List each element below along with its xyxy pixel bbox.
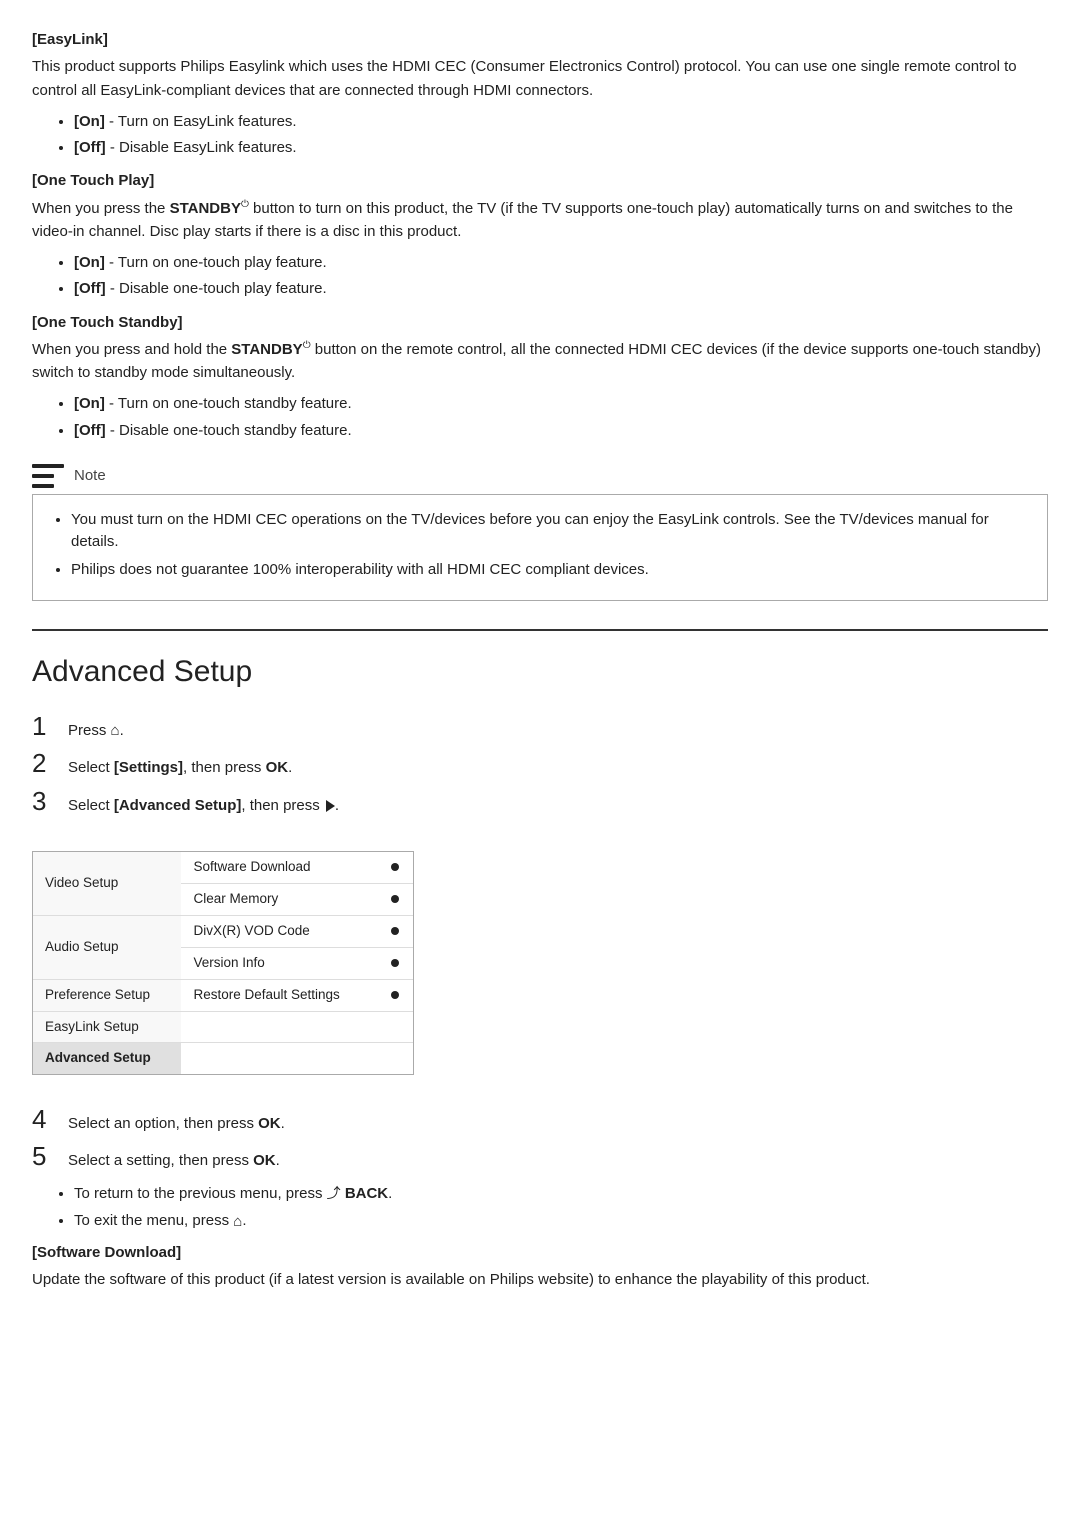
ots-bullet-off: [Off] - Disable one-touch standby featur… xyxy=(74,419,1048,442)
note-icon xyxy=(32,464,64,488)
ots-bullet-on: [On] - Turn on one-touch standby feature… xyxy=(74,392,1048,415)
steps-list: 1 Press ⌂. 2 Select [Settings], then pre… xyxy=(32,712,1048,817)
dot-icon xyxy=(391,895,399,903)
home-icon-step1: ⌂ xyxy=(111,719,120,742)
software-download-heading: [Software Download] xyxy=(32,1241,1048,1264)
sub-bullet-home: To exit the menu, press ⌂. xyxy=(74,1209,1048,1233)
step-4-num: 4 xyxy=(32,1105,54,1134)
menu-right-divx xyxy=(376,915,413,947)
menu-mid-divx: DivX(R) VOD Code xyxy=(181,915,376,947)
easylink-bullet-off: [Off] - Disable EasyLink features. xyxy=(74,136,1048,159)
table-row: Video Setup Software Download xyxy=(33,852,413,883)
step-4: 4 Select an option, then press OK. xyxy=(32,1105,1048,1135)
step-2-text: Select [Settings], then press OK. xyxy=(68,756,292,779)
step-1: 1 Press ⌂. xyxy=(32,712,1048,743)
easylink-bullet-on: [On] - Turn on EasyLink features. xyxy=(74,110,1048,133)
note-header: Note xyxy=(32,464,1048,488)
menu-left-easylink: EasyLink Setup xyxy=(33,1011,181,1043)
note-box: You must turn on the HDMI CEC operations… xyxy=(32,494,1048,602)
menu-right-restore xyxy=(376,979,413,1011)
one-touch-play-description: When you press the STANDBY⏻ button to tu… xyxy=(32,197,1048,244)
step-1-text: Press ⌂. xyxy=(68,719,124,743)
menu-left-preference: Preference Setup xyxy=(33,979,181,1011)
advanced-setup-heading: Advanced Setup xyxy=(32,649,1048,696)
dot-icon xyxy=(391,927,399,935)
menu-mid-empty1 xyxy=(181,1011,376,1043)
table-row: Preference Setup Restore Default Setting… xyxy=(33,979,413,1011)
menu-right-empty1 xyxy=(376,1011,413,1043)
step-3: 3 Select [Advanced Setup], then press . xyxy=(32,787,1048,817)
steps-lower-list: 4 Select an option, then press OK. 5 Sel… xyxy=(32,1105,1048,1173)
one-touch-play-bullets: [On] - Turn on one-touch play feature. [… xyxy=(32,251,1048,301)
dot-icon xyxy=(391,863,399,871)
dot-icon xyxy=(391,959,399,967)
dot-icon xyxy=(391,991,399,999)
table-row: EasyLink Setup xyxy=(33,1011,413,1043)
menu-mid-version: Version Info xyxy=(181,947,376,979)
menu-right-clear xyxy=(376,883,413,915)
easylink-description: This product supports Philips Easylink w… xyxy=(32,55,1048,102)
menu-table: Video Setup Software Download Clear Memo… xyxy=(33,852,413,1074)
one-touch-standby-description: When you press and hold the STANDBY⏻ but… xyxy=(32,338,1048,385)
step-5-text: Select a setting, then press OK. xyxy=(68,1149,280,1172)
menu-right-version xyxy=(376,947,413,979)
section-divider xyxy=(32,629,1048,631)
menu-right-empty2 xyxy=(376,1043,413,1074)
note-list: You must turn on the HDMI CEC operations… xyxy=(51,509,1029,582)
easylink-bullets: [On] - Turn on EasyLink features. [Off] … xyxy=(32,110,1048,160)
easylink-heading: [EasyLink] xyxy=(32,28,1048,51)
arrow-right-icon xyxy=(326,800,335,812)
menu-left-video: Video Setup xyxy=(33,852,181,915)
menu-mid-restore: Restore Default Settings xyxy=(181,979,376,1011)
back-icon: ⤴ xyxy=(327,1183,341,1205)
one-touch-play-heading: [One Touch Play] xyxy=(32,169,1048,192)
menu-mid-clear: Clear Memory xyxy=(181,883,376,915)
note-item-2: Philips does not guarantee 100% interope… xyxy=(71,559,1029,582)
home-icon-sub: ⌂ xyxy=(233,1210,242,1233)
note-item-1: You must turn on the HDMI CEC operations… xyxy=(71,509,1029,554)
table-row: Advanced Setup xyxy=(33,1043,413,1074)
menu-right-software xyxy=(376,852,413,883)
one-touch-standby-heading: [One Touch Standby] xyxy=(32,311,1048,334)
step-5: 5 Select a setting, then press OK. xyxy=(32,1142,1048,1172)
menu-table-wrapper: Video Setup Software Download Clear Memo… xyxy=(32,851,414,1075)
step-1-num: 1 xyxy=(32,712,54,741)
menu-left-audio: Audio Setup xyxy=(33,915,181,979)
menu-mid-software: Software Download xyxy=(181,852,376,883)
sub-bullets-list: To return to the previous menu, press ⤴ … xyxy=(32,1182,1048,1233)
note-section: Note You must turn on the HDMI CEC opera… xyxy=(32,464,1048,602)
menu-mid-empty2 xyxy=(181,1043,376,1074)
table-row: Audio Setup DivX(R) VOD Code xyxy=(33,915,413,947)
step-2: 2 Select [Settings], then press OK. xyxy=(32,749,1048,779)
note-label: Note xyxy=(74,464,106,487)
sub-bullet-back: To return to the previous menu, press ⤴ … xyxy=(74,1182,1048,1205)
step-2-num: 2 xyxy=(32,749,54,778)
advanced-setup-section: Advanced Setup 1 Press ⌂. 2 Select [Sett… xyxy=(32,649,1048,1291)
easylink-section: [EasyLink] This product supports Philips… xyxy=(32,28,1048,601)
step-3-text: Select [Advanced Setup], then press . xyxy=(68,794,339,817)
otp-bullet-off: [Off] - Disable one-touch play feature. xyxy=(74,277,1048,300)
step-5-num: 5 xyxy=(32,1142,54,1171)
step-3-num: 3 xyxy=(32,787,54,816)
software-download-description: Update the software of this product (if … xyxy=(32,1268,1048,1291)
one-touch-standby-bullets: [On] - Turn on one-touch standby feature… xyxy=(32,392,1048,442)
otp-bullet-on: [On] - Turn on one-touch play feature. xyxy=(74,251,1048,274)
step-4-text: Select an option, then press OK. xyxy=(68,1112,285,1135)
menu-left-advanced: Advanced Setup xyxy=(33,1043,181,1074)
